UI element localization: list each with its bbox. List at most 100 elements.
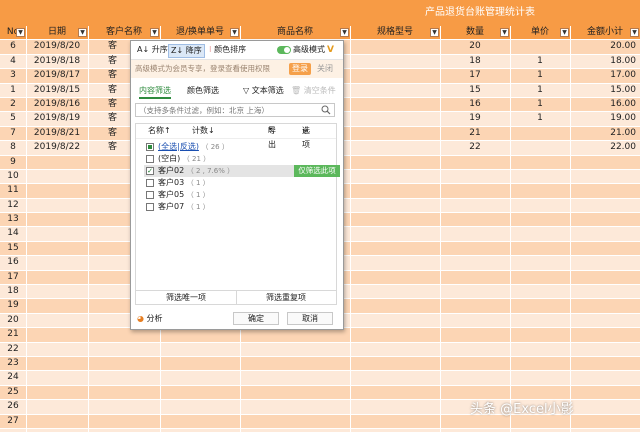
table-cell-price[interactable]: 1 — [510, 55, 570, 68]
table-cell-no[interactable]: 26 — [0, 400, 26, 413]
table-cell-qty[interactable]: 18 — [440, 55, 510, 68]
close-banner-link[interactable]: 关闭 — [317, 60, 333, 78]
table-cell-no[interactable]: 27 — [0, 415, 26, 428]
select-all-label[interactable]: (全选|反选) — [158, 142, 199, 151]
table-cell-price[interactable] — [510, 141, 570, 154]
table-cell-no[interactable]: 13 — [0, 213, 26, 226]
table-cell-amt[interactable]: 15.00 — [570, 84, 640, 97]
checkbox[interactable] — [146, 155, 154, 163]
table-cell-qty[interactable]: 22 — [440, 141, 510, 154]
table-cell-date[interactable]: 2019/8/15 — [26, 84, 88, 97]
table-cell-no[interactable]: 10 — [0, 170, 26, 183]
filter-duplicate-button[interactable]: 筛选重复项 — [236, 291, 336, 304]
table-cell-no[interactable]: 16 — [0, 256, 26, 269]
table-cell-date[interactable]: 2019/8/17 — [26, 69, 88, 82]
table-cell-qty[interactable]: 17 — [440, 69, 510, 82]
column-divider — [26, 26, 27, 432]
table-cell-qty[interactable]: 21 — [440, 127, 510, 140]
clear-conditions-button[interactable]: 🗑 清空条件 — [291, 85, 336, 97]
table-cell-no[interactable]: 2 — [0, 98, 26, 111]
table-cell-date[interactable]: 2019/8/18 — [26, 55, 88, 68]
table-cell-price[interactable]: 1 — [510, 112, 570, 125]
table-cell-amt[interactable]: 19.00 — [570, 112, 640, 125]
table-cell-amt[interactable]: 16.00 — [570, 98, 640, 111]
sort-color-button[interactable]: ⁝ 颜色排序 — [207, 44, 248, 56]
table-cell-date[interactable]: 2019/8/19 — [26, 112, 88, 125]
table-cell-no[interactable]: 14 — [0, 227, 26, 240]
table-cell-price[interactable]: 1 — [510, 84, 570, 97]
filter-dropdown-date[interactable]: ▼ — [78, 28, 87, 37]
table-cell-qty[interactable]: 19 — [440, 112, 510, 125]
tab-content-filter[interactable]: 内容筛选 — [139, 85, 171, 99]
checkbox-checked[interactable]: ✓ — [146, 167, 154, 175]
table-cell-qty[interactable]: 20 — [440, 40, 510, 53]
table-cell-no[interactable]: 11 — [0, 184, 26, 197]
checkbox[interactable] — [146, 203, 154, 211]
filter-dropdown-customer[interactable]: ▼ — [150, 28, 159, 37]
filter-dropdown-no[interactable]: ▼ — [16, 28, 25, 37]
table-cell-date[interactable]: 2019/8/16 — [26, 98, 88, 111]
table-cell-no[interactable]: 6 — [0, 40, 26, 53]
search-icon[interactable] — [321, 105, 331, 115]
table-cell-no[interactable]: 1 — [0, 84, 26, 97]
table-cell-amt[interactable]: 17.00 — [570, 69, 640, 82]
ok-button[interactable]: 确定 — [233, 312, 279, 325]
login-button[interactable]: 登录 — [289, 63, 311, 75]
table-row[interactable]: 23 — [0, 356, 640, 372]
table-cell-no[interactable]: 17 — [0, 271, 26, 284]
table-cell-no[interactable]: 7 — [0, 127, 26, 140]
filter-dropdown-spec[interactable]: ▼ — [430, 28, 439, 37]
table-cell-no[interactable]: 12 — [0, 199, 26, 212]
sort-asc-button[interactable]: A↓ 升序 — [135, 44, 170, 56]
table-row[interactable]: 21 — [0, 328, 640, 343]
checkbox-partial[interactable] — [146, 143, 154, 151]
filter-dropdown-amount[interactable]: ▼ — [630, 28, 639, 37]
sort-desc-button[interactable]: Z↓ 降序 — [168, 44, 205, 58]
cancel-button[interactable]: 取消 — [287, 312, 333, 325]
table-cell-date[interactable]: 2019/8/22 — [26, 141, 88, 154]
table-cell-price[interactable] — [510, 40, 570, 53]
table-cell-no[interactable]: 23 — [0, 357, 26, 370]
advanced-mode-toggle[interactable] — [277, 46, 291, 54]
tab-color-filter[interactable]: 颜色筛选 — [187, 85, 219, 97]
filter-dropdown-qty[interactable]: ▼ — [500, 28, 509, 37]
table-cell-qty[interactable]: 16 — [440, 98, 510, 111]
sort-by-count-button[interactable]: 计数↓ — [192, 124, 215, 138]
filter-only-this-button[interactable]: 仅筛选此项 — [294, 165, 340, 177]
table-cell-date[interactable]: 2019/8/20 — [26, 40, 88, 53]
table-cell-amt[interactable]: 18.00 — [570, 55, 640, 68]
filter-search-input[interactable] — [139, 104, 317, 116]
table-cell-price[interactable] — [510, 127, 570, 140]
table-row[interactable]: 22 — [0, 342, 640, 357]
table-cell-amt[interactable]: 21.00 — [570, 127, 640, 140]
table-cell-qty[interactable]: 15 — [440, 84, 510, 97]
table-cell-no[interactable]: 5 — [0, 112, 26, 125]
table-cell-no[interactable]: 18 — [0, 285, 26, 298]
table-cell-no[interactable]: 3 — [0, 69, 26, 82]
table-cell-price[interactable]: 1 — [510, 69, 570, 82]
table-cell-no[interactable]: 19 — [0, 299, 26, 312]
filter-unique-button[interactable]: 筛选唯一项 — [136, 291, 237, 304]
table-cell-no[interactable]: 24 — [0, 371, 26, 384]
table-cell-no[interactable]: 15 — [0, 242, 26, 255]
text-filter-button[interactable]: ▽ 文本筛选 — [243, 85, 284, 97]
table-cell-no[interactable]: 20 — [0, 314, 26, 327]
table-cell-no[interactable]: 21 — [0, 328, 26, 341]
table-cell-amt[interactable]: 20.00 — [570, 40, 640, 53]
table-cell-no[interactable]: 25 — [0, 386, 26, 399]
sort-by-name-button[interactable]: 名称↑ — [148, 124, 171, 138]
filter-dropdown-product[interactable]: ▼ — [340, 28, 349, 37]
table-row[interactable]: 24 — [0, 371, 640, 386]
table-cell-no[interactable]: 4 — [0, 55, 26, 68]
filter-dropdown-price[interactable]: ▼ — [560, 28, 569, 37]
table-cell-amt[interactable]: 22.00 — [570, 141, 640, 154]
table-cell-no[interactable]: 8 — [0, 141, 26, 154]
table-cell-price[interactable]: 1 — [510, 98, 570, 111]
table-cell-no[interactable]: 22 — [0, 343, 26, 356]
filter-dropdown-return-no[interactable]: ▼ — [230, 28, 239, 37]
analyze-button[interactable]: ◕ 分析 — [137, 313, 163, 325]
table-cell-no[interactable]: 9 — [0, 156, 26, 169]
table-cell-date[interactable]: 2019/8/21 — [26, 127, 88, 140]
checkbox[interactable] — [146, 179, 154, 187]
checkbox[interactable] — [146, 191, 154, 199]
